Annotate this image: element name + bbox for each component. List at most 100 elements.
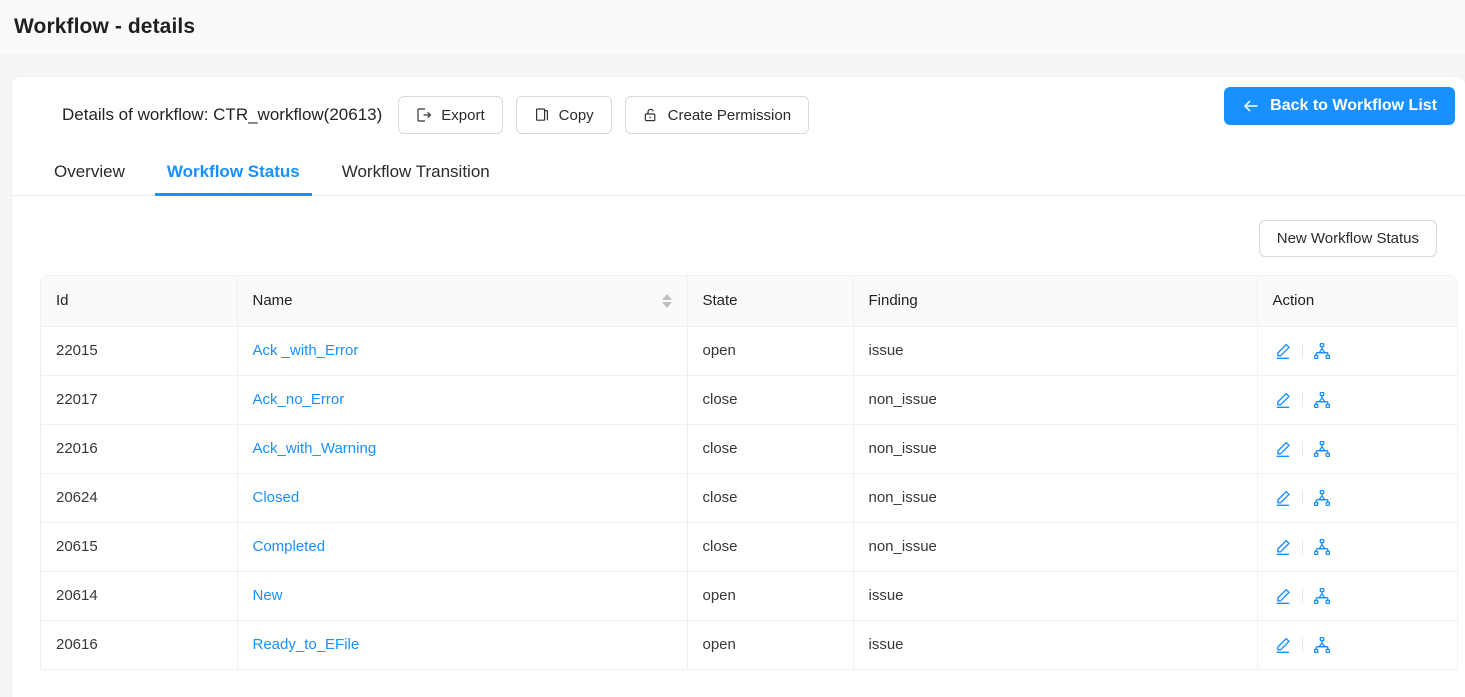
lock-icon: [643, 107, 659, 123]
cell-action: [1257, 473, 1458, 523]
cell-finding: non_issue: [853, 522, 1258, 572]
cell-state: close: [687, 522, 854, 572]
copy-button[interactable]: Copy: [515, 96, 612, 134]
workflow-status-link[interactable]: Ack_no_Error: [253, 391, 345, 408]
row-action-group: [1273, 636, 1458, 654]
table-row: 20624 Closed close non_issue: [41, 473, 1458, 523]
cell-action: [1257, 375, 1458, 425]
column-header-action-label: Action: [1272, 292, 1315, 310]
caret-down-icon: [661, 301, 672, 308]
cell-state: close: [687, 375, 854, 425]
cell-finding: non_issue: [853, 424, 1258, 474]
table-row: 20616 Ready_to_EFile open issue: [41, 620, 1458, 670]
arrow-left-icon: [1242, 97, 1260, 115]
page-header: Workflow - details: [0, 0, 1465, 54]
tab-bar: Overview Workflow Status Workflow Transi…: [12, 141, 1465, 196]
copy-button-label: Copy: [558, 106, 594, 124]
workflow-status-link[interactable]: Ack _with_Error: [253, 342, 359, 359]
cell-finding: issue: [853, 620, 1258, 670]
edit-pencil-icon[interactable]: [1274, 587, 1292, 605]
row-action-group: [1273, 587, 1458, 605]
edit-pencil-icon[interactable]: [1274, 538, 1292, 556]
detail-bar: Details of workflow: CTR_workflow(20613)…: [12, 77, 1465, 135]
hierarchy-node-icon[interactable]: [1313, 391, 1331, 409]
new-workflow-status-button[interactable]: New Workflow Status: [1258, 220, 1437, 257]
export-icon: [416, 107, 432, 123]
cell-action: [1257, 571, 1458, 621]
back-to-workflow-list-button[interactable]: Back to Workflow List: [1224, 87, 1455, 125]
page-title: Workflow - details: [14, 15, 196, 38]
cell-id: 20614: [41, 571, 238, 621]
cell-name: New: [237, 571, 688, 621]
column-header-id: Id: [41, 276, 238, 327]
table-row: 20614 New open issue: [41, 571, 1458, 621]
cell-id: 20615: [41, 522, 238, 572]
workflow-status-link[interactable]: Ack_with_Warning: [253, 440, 377, 457]
workflow-status-link[interactable]: New: [253, 587, 283, 604]
hierarchy-node-icon[interactable]: [1313, 538, 1331, 556]
edit-pencil-icon[interactable]: [1274, 342, 1292, 360]
copy-icon: [534, 107, 550, 123]
cell-name: Closed: [237, 473, 688, 523]
workflow-detail-title: Details of workflow: CTR_workflow(20613): [62, 105, 383, 124]
cell-id: 22016: [41, 424, 238, 474]
table-row: 22015 Ack _with_Error open issue: [41, 326, 1458, 376]
row-action-group: [1273, 342, 1458, 360]
cell-state: close: [687, 473, 854, 523]
export-button-label: Export: [441, 106, 485, 124]
cell-state: close: [687, 424, 854, 474]
cell-action: [1257, 522, 1457, 572]
column-header-state: State: [687, 276, 854, 327]
cell-action: [1257, 620, 1458, 670]
workflow-details-card: Details of workflow: CTR_workflow(20613)…: [12, 77, 1465, 697]
edit-pencil-icon[interactable]: [1274, 489, 1292, 507]
hierarchy-node-icon[interactable]: [1313, 489, 1331, 507]
cell-finding: issue: [853, 326, 1258, 376]
cell-finding: non_issue: [853, 375, 1258, 425]
workflow-status-link[interactable]: Closed: [253, 489, 300, 506]
action-divider: [1301, 539, 1303, 554]
workflow-status-link[interactable]: Ready_to_EFile: [253, 636, 360, 653]
action-divider: [1301, 637, 1303, 652]
edit-pencil-icon[interactable]: [1274, 440, 1292, 458]
cell-finding: issue: [853, 571, 1258, 621]
hierarchy-node-icon[interactable]: [1313, 440, 1331, 458]
cell-name: Ack_with_Warning: [237, 424, 688, 474]
row-action-group: [1273, 489, 1458, 507]
create-permission-button[interactable]: Create Permission: [624, 96, 810, 134]
cell-id: 20616: [41, 620, 238, 670]
row-action-group: [1273, 391, 1458, 409]
tab-workflow-status[interactable]: Workflow Status: [154, 162, 312, 196]
action-divider: [1301, 588, 1303, 603]
cell-action: [1257, 326, 1458, 376]
row-action-group: [1273, 440, 1458, 458]
cell-name: Ack_no_Error: [237, 375, 688, 425]
cell-state: open: [687, 571, 854, 621]
hierarchy-node-icon[interactable]: [1313, 636, 1331, 654]
table-row: 22016 Ack_with_Warning close non_issue: [41, 424, 1458, 474]
table-row: 22017 Ack_no_Error close non_issue: [41, 375, 1458, 425]
column-header-name-label: Name: [252, 292, 293, 310]
edit-pencil-icon[interactable]: [1274, 391, 1292, 409]
workflow-status-link[interactable]: Completed: [253, 538, 326, 555]
column-header-action: Action: [1257, 276, 1457, 327]
cell-id: 22017: [41, 375, 238, 425]
tab-overview[interactable]: Overview: [42, 162, 137, 195]
cell-id: 22015: [41, 326, 238, 376]
workflow-status-table: Id Name State Finding Action 22015 Ack _…: [40, 275, 1458, 670]
hierarchy-node-icon[interactable]: [1313, 342, 1331, 360]
cell-state: open: [687, 326, 854, 376]
action-divider: [1301, 392, 1303, 407]
sort-toggle-name[interactable]: [661, 293, 672, 308]
column-header-name[interactable]: Name: [237, 276, 688, 327]
cell-name: Ready_to_EFile: [237, 620, 688, 670]
hierarchy-node-icon[interactable]: [1313, 587, 1331, 605]
table-body: 22015 Ack _with_Error open issue 22017 Ack_no…: [41, 326, 1458, 670]
cell-name: Ack _with_Error: [237, 326, 688, 376]
table-header-row: Id Name State Finding Action: [41, 276, 1457, 327]
tab-workflow-transition[interactable]: Workflow Transition: [330, 162, 502, 195]
action-divider: [1301, 343, 1303, 358]
export-button[interactable]: Export: [398, 96, 503, 134]
action-divider: [1301, 490, 1303, 505]
edit-pencil-icon[interactable]: [1274, 636, 1292, 654]
